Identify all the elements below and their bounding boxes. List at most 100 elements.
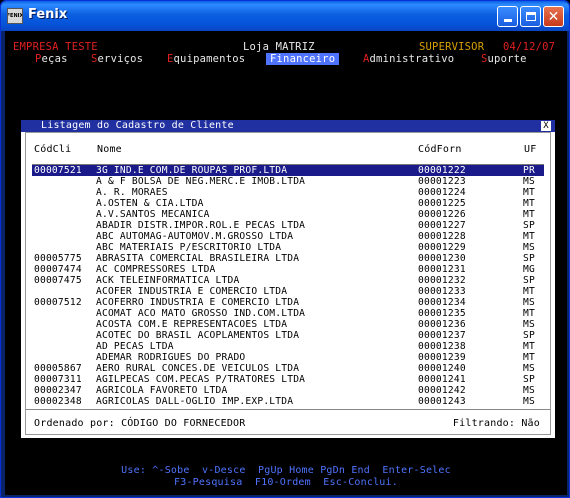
cell-codcli: 00007521 xyxy=(34,165,82,176)
cell-nome: ACOSTA COM.E REPRESENTACOES LTDA xyxy=(96,319,288,330)
cell-nome: ABC AUTOMAG-AUTOMOV.M.GROSSO LTDA xyxy=(96,231,294,242)
table-row[interactable]: ACOSTA COM.E REPRESENTACOES LTDA 00001236… xyxy=(32,319,544,330)
column-header-codforn[interactable]: CódForn xyxy=(418,144,462,155)
user-role: SUPERVISOR xyxy=(419,41,485,53)
menu-label: eças xyxy=(41,53,68,65)
cell-codforn: 00001228 xyxy=(418,231,466,242)
table-row[interactable]: 00007311 AGILPECAS COM.PECAS P/TRATORES L… xyxy=(32,374,544,385)
menu-item-pecas[interactable]: Peças xyxy=(35,53,68,65)
table-row[interactable]: ABC AUTOMAG-AUTOMOV.M.GROSSO LTDA 0000122… xyxy=(32,231,544,242)
column-header-codcli[interactable]: CódCli xyxy=(34,144,71,155)
menu-item-financeiro[interactable]: Financeiro xyxy=(266,53,340,65)
menu-label: dministrativo xyxy=(369,53,455,65)
table-row[interactable]: A.V.SANTOS MECANICA 00001226 MT xyxy=(32,209,544,220)
cell-codforn: 00001225 xyxy=(418,198,466,209)
table-row-selected[interactable]: 00007521 3G IND.E COM.DE ROUPAS PROF.LTDA… xyxy=(32,165,544,176)
cell-codforn: 00001224 xyxy=(418,187,466,198)
filter-status-label: Filtrando: Não xyxy=(452,418,540,429)
client-list-dialog: Listagem do Cadastro de Cliente X CódCli… xyxy=(21,120,555,438)
table-row[interactable]: A. R. MORAES 00001224 MT xyxy=(32,187,544,198)
cell-uf: SP xyxy=(523,374,535,385)
sort-order-label: Ordenado por: CÓDIGO DO FORNECEDOR xyxy=(34,418,246,429)
cell-nome: ACK TELEINFORMATICA LTDA xyxy=(96,275,240,286)
dialog-footer: Ordenado por: CÓDIGO DO FORNECEDOR Filtr… xyxy=(26,409,550,434)
table-row[interactable]: 00002348 AGRICOLAS DALL-OGLIO IMP.EXP.LTD… xyxy=(32,396,544,407)
table-row[interactable]: A & F BOLSA DE NEG.MERC.E IMOB.LTDA 00001… xyxy=(32,176,544,187)
current-date: 04/12/07 xyxy=(503,41,556,53)
company-name: EMPRESA TESTE xyxy=(13,41,98,53)
cell-codforn: 00001232 xyxy=(418,275,466,286)
cell-uf: MT xyxy=(523,187,535,198)
table-row[interactable]: ACOTEC DO BRASIL ACOPLAMENTOS LTDA 000012… xyxy=(32,330,544,341)
column-header-uf[interactable]: UF xyxy=(524,144,536,155)
cell-codforn: 00001235 xyxy=(418,308,466,319)
cell-uf: MS xyxy=(523,385,535,396)
close-button[interactable]: ✕ xyxy=(543,6,564,27)
menu-item-administrativo[interactable]: Administrativo xyxy=(363,53,454,65)
cell-codforn: 00001229 xyxy=(418,242,466,253)
table-row[interactable]: 00007475 ACK TELEINFORMATICA LTDA 00001232… xyxy=(32,275,544,286)
cell-uf: MS xyxy=(523,297,535,308)
cell-nome: 3G IND.E COM.DE ROUPAS PROF.LTDA xyxy=(96,165,288,176)
cell-uf: MT xyxy=(523,308,535,319)
cell-uf: MT xyxy=(523,198,535,209)
window-title: Fenix xyxy=(28,7,68,22)
cell-uf: MT xyxy=(523,352,535,363)
app-icon: FENIX xyxy=(7,8,23,24)
help-line-navigation: Use: ^-Sobe v-Desce PgUp Home PgDn End E… xyxy=(121,465,451,476)
table-row[interactable]: A.OSTEN & CIA.LTDA 00001225 MT xyxy=(32,198,544,209)
table-row[interactable]: AD PECAS LTDA 00001238 MT xyxy=(32,341,544,352)
cell-nome: AGRICOLA FAVORETO LTDA xyxy=(96,385,228,396)
cell-nome: AERO RURAL CONCES.DE VEICULOS LTDA xyxy=(96,363,300,374)
maximize-button[interactable] xyxy=(520,6,541,27)
menu-label: inanceiro xyxy=(276,53,336,65)
table-row[interactable]: 00002347 AGRICOLA FAVORETO LTDA 00001242 MS xyxy=(32,385,544,396)
menu-item-servicos[interactable]: Serviços xyxy=(91,53,143,65)
menu-item-suporte[interactable]: Suporte xyxy=(481,53,527,65)
cell-codcli: 00005775 xyxy=(34,253,82,264)
table-row[interactable]: ACOMAT ACO MATO GROSSO IND.COM.LTDA 00001… xyxy=(32,308,544,319)
minimize-icon xyxy=(503,19,512,22)
cell-codcli: 00007311 xyxy=(34,374,82,385)
cell-nome: ACOFER INDUSTRIA E COMERCIO LTDA xyxy=(96,286,288,297)
table-row[interactable]: 00005867 AERO RURAL CONCES.DE VEICULOS LT… xyxy=(32,363,544,374)
cell-nome: ACOFERRO INDUSTRIA E COMERCIO LTDA xyxy=(96,297,300,308)
main-menu: Peças Serviços Equipamentos Financeiro A… xyxy=(5,53,567,65)
cell-codcli: 00002348 xyxy=(34,396,82,407)
cell-uf: MS xyxy=(523,242,535,253)
client-list[interactable]: 00007521 3G IND.E COM.DE ROUPAS PROF.LTDA… xyxy=(32,164,544,408)
cell-codforn: 00001226 xyxy=(418,209,466,220)
cell-codforn: 00001243 xyxy=(418,396,466,407)
table-row[interactable]: 00005775 ABRASITA COMERCIAL BRASILEIRA LT… xyxy=(32,253,544,264)
cell-uf: MT xyxy=(523,286,535,297)
cell-nome: AGILPECAS COM.PECAS P/TRATORES LTDA xyxy=(96,374,306,385)
table-row[interactable]: ACOFER INDUSTRIA E COMERCIO LTDA 00001233… xyxy=(32,286,544,297)
cell-codforn: 00001237 xyxy=(418,330,466,341)
cell-nome: ADEMAR RODRIGUES DO PRADO xyxy=(96,352,246,363)
cell-nome: AGRICOLAS DALL-OGLIO IMP.EXP.LTDA xyxy=(96,396,294,407)
cell-uf: MS xyxy=(523,396,535,407)
cell-nome: ACOMAT ACO MATO GROSSO IND.COM.LTDA xyxy=(96,308,306,319)
cell-nome: AC COMPRESSORES LTDA xyxy=(96,264,216,275)
menu-label: erviços xyxy=(97,53,144,65)
table-row[interactable]: 00007474 AC COMPRESSORES LTDA 00001231 MG xyxy=(32,264,544,275)
cell-codcli: 00007474 xyxy=(34,264,82,275)
column-header-nome[interactable]: Nome xyxy=(97,144,122,155)
cell-codforn: 00001227 xyxy=(418,220,466,231)
cell-uf: MS xyxy=(523,319,535,330)
cell-uf: MT xyxy=(523,341,535,352)
menu-item-equipamentos[interactable]: Equipamentos xyxy=(167,53,245,65)
cell-nome: ACOTEC DO BRASIL ACOPLAMENTOS LTDA xyxy=(96,330,300,341)
table-row[interactable]: ABADIR DISTR.IMPOR.ROL.E PECAS LTDA 00001… xyxy=(32,220,544,231)
cell-codforn: 00001222 xyxy=(418,165,466,176)
cell-nome: A.OSTEN & CIA.LTDA xyxy=(96,198,204,209)
terminal-screen: EMPRESA TESTE Loja MATRIZ SUPERVISOR 04/… xyxy=(5,31,567,495)
table-row[interactable]: ADEMAR RODRIGUES DO PRADO 00001239 MT xyxy=(32,352,544,363)
table-row[interactable]: 00007512 ACOFERRO INDUSTRIA E COMERCIO LT… xyxy=(32,297,544,308)
app-window: FENIX Fenix ✕ EMPRESA TESTE Loja MATRIZ … xyxy=(0,0,570,498)
cell-codforn: 00001230 xyxy=(418,253,466,264)
table-row[interactable]: ABC MATERIAIS P/ESCRITORIO LTDA 00001229 M… xyxy=(32,242,544,253)
minimize-button[interactable] xyxy=(497,6,518,27)
title-bar[interactable]: FENIX Fenix ✕ xyxy=(1,1,569,31)
dialog-close-button[interactable]: X xyxy=(541,121,551,131)
